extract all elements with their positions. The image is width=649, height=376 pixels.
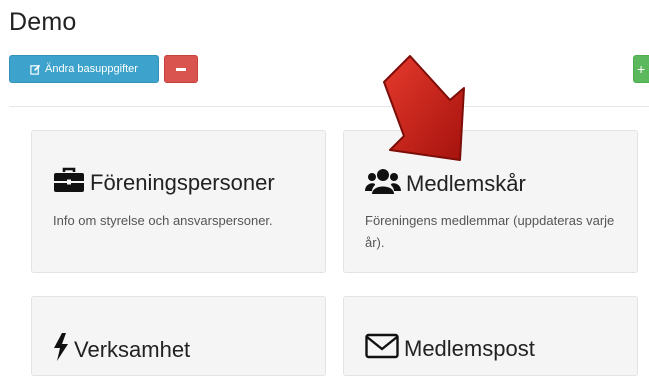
card-verksamhet[interactable]: Verksamhet [31,296,326,376]
page-title: Demo [9,8,77,36]
bolt-icon [53,333,69,367]
card-title: Föreningspersoner [90,170,275,195]
add-button[interactable]: + [633,55,649,83]
card-title: Medlemspost [404,336,535,361]
users-icon [365,167,401,201]
minus-icon [176,67,186,71]
edit-basic-info-label: Ändra basuppgifter [45,63,138,75]
card-foreningspersoner[interactable]: Föreningspersoner Info om styrelse och a… [31,130,326,273]
card-title: Medlemskår [406,171,526,196]
card-description: Föreningens medlemmar (uppdateras varje … [365,213,615,250]
divider [9,106,649,107]
edit-basic-info-button[interactable]: Ändra basuppgifter [9,55,159,83]
card-medlemspost[interactable]: Medlemspost [343,296,638,376]
card-medlemskar[interactable]: Medlemskår Föreningens medlemmar (uppdat… [343,130,638,273]
card-description: Info om styrelse och ansvarspersoner. [53,213,273,228]
edit-icon [30,64,41,75]
plus-icon: + [637,61,646,77]
delete-button[interactable] [164,55,198,83]
briefcase-icon [53,167,85,199]
envelope-icon [365,333,399,365]
card-title: Verksamhet [74,337,191,362]
